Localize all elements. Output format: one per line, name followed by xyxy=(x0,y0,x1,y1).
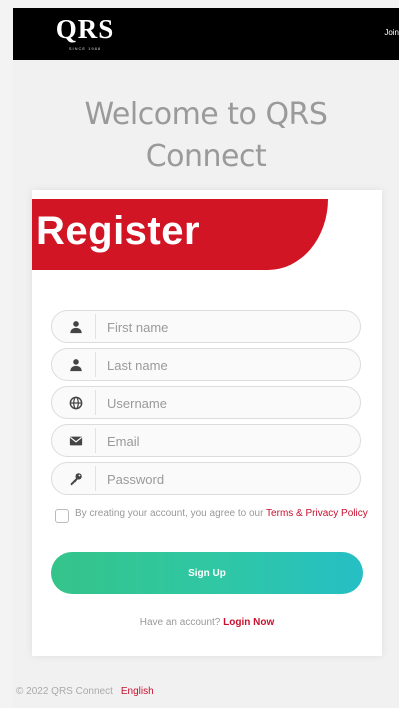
language-selector[interactable]: English xyxy=(121,686,154,697)
password-input[interactable] xyxy=(107,467,347,491)
terms-text: By creating your account, you agree to o… xyxy=(75,505,375,523)
username-input[interactable] xyxy=(107,391,347,415)
logo-text: QRS xyxy=(55,14,115,44)
last-name-input[interactable] xyxy=(107,353,347,377)
qrs-logo[interactable]: QRS SINCE 1988 xyxy=(45,12,125,56)
first-name-input[interactable] xyxy=(107,315,347,339)
welcome-line-1: Welcome to QRS xyxy=(84,97,328,132)
envelope-icon xyxy=(56,428,96,453)
register-title: Register xyxy=(36,209,201,253)
username-field[interactable] xyxy=(51,386,361,419)
logo-tagline: SINCE 1988 xyxy=(68,46,102,51)
password-field[interactable] xyxy=(51,462,361,495)
email-field[interactable] xyxy=(51,424,361,457)
register-card: Register First name Last name Username E… xyxy=(32,190,382,656)
welcome-line-2: Connect xyxy=(145,139,267,174)
page: QRS SINCE 1988 Join Welcome to QRS Conne… xyxy=(13,8,399,708)
footer-copyright: © 2022 QRS Connect xyxy=(16,686,113,697)
register-banner: Register xyxy=(32,199,328,270)
user-icon xyxy=(56,314,96,339)
terms-checkbox[interactable] xyxy=(55,509,69,523)
user-icon xyxy=(56,352,96,377)
terms-privacy-link[interactable]: Terms & Privacy Policy xyxy=(266,508,368,519)
key-icon xyxy=(56,466,96,491)
login-now-link[interactable]: Login Now xyxy=(223,617,274,628)
join-link[interactable]: Join xyxy=(384,28,399,37)
email-input[interactable] xyxy=(107,429,347,453)
have-account-prefix: Have an account? xyxy=(139,617,224,628)
top-bar: QRS SINCE 1988 Join xyxy=(13,8,399,60)
have-account-text: Have an account? Login Now xyxy=(32,617,382,628)
first-name-field[interactable] xyxy=(51,310,361,343)
terms-prefix: By creating your account, you agree to o… xyxy=(75,508,267,519)
sign-up-button[interactable]: Sign Up xyxy=(51,552,363,594)
last-name-field[interactable] xyxy=(51,348,361,381)
footer: © 2022 QRS Connect English xyxy=(16,686,154,697)
welcome-heading: Welcome to QRS Connect xyxy=(53,94,359,178)
globe-icon xyxy=(56,390,96,415)
